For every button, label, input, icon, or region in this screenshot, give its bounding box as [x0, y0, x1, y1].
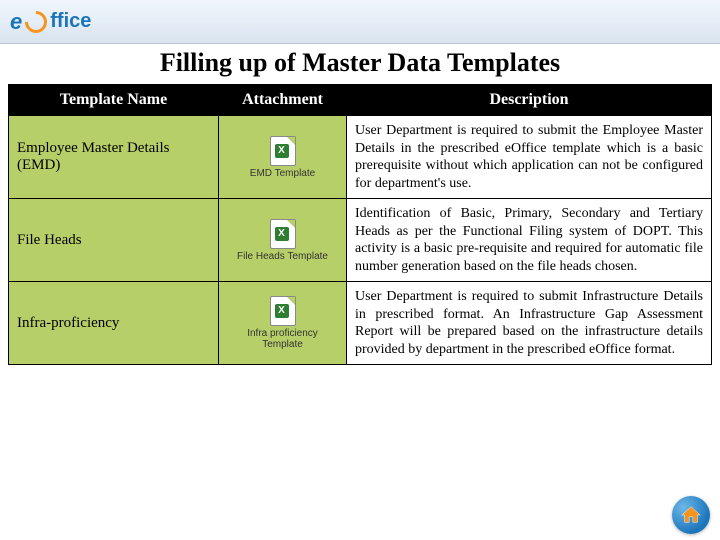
- template-name: File Heads: [9, 199, 219, 282]
- home-icon: [680, 504, 702, 526]
- attachment-label: EMD Template: [250, 168, 315, 179]
- attachment-cell[interactable]: Infra proficiency Template: [219, 282, 347, 365]
- table-row: File Heads File Heads Template Identific…: [9, 199, 712, 282]
- header-name: Template Name: [9, 85, 219, 116]
- page-title: Filling up of Master Data Templates: [0, 48, 720, 78]
- template-description: Identification of Basic, Primary, Second…: [347, 199, 712, 282]
- table-row: Employee Master Details (EMD) EMD Templa…: [9, 116, 712, 199]
- app-header: e ffice: [0, 0, 720, 44]
- template-name: Employee Master Details (EMD): [9, 116, 219, 199]
- attachment-cell[interactable]: File Heads Template: [219, 199, 347, 282]
- eoffice-logo: e ffice: [10, 9, 91, 35]
- excel-file-icon: [270, 219, 296, 249]
- excel-file-icon: [270, 296, 296, 326]
- header-description: Description: [347, 85, 712, 116]
- attachment-cell[interactable]: EMD Template: [219, 116, 347, 199]
- header-attachment: Attachment: [219, 85, 347, 116]
- home-button[interactable]: [672, 496, 710, 534]
- logo-swirl-icon: [21, 6, 52, 37]
- logo-suffix: ffice: [50, 10, 91, 33]
- table-row: Infra-proficiency Infra proficiency Temp…: [9, 282, 712, 365]
- attachment-label: File Heads Template: [237, 251, 328, 262]
- templates-table: Template Name Attachment Description Emp…: [8, 84, 712, 365]
- logo-prefix: e: [10, 9, 22, 35]
- table-header-row: Template Name Attachment Description: [9, 85, 712, 116]
- excel-file-icon: [270, 136, 296, 166]
- template-name: Infra-proficiency: [9, 282, 219, 365]
- template-description: User Department is required to submit In…: [347, 282, 712, 365]
- template-description: User Department is required to submit th…: [347, 116, 712, 199]
- attachment-label: Infra proficiency Template: [227, 328, 338, 350]
